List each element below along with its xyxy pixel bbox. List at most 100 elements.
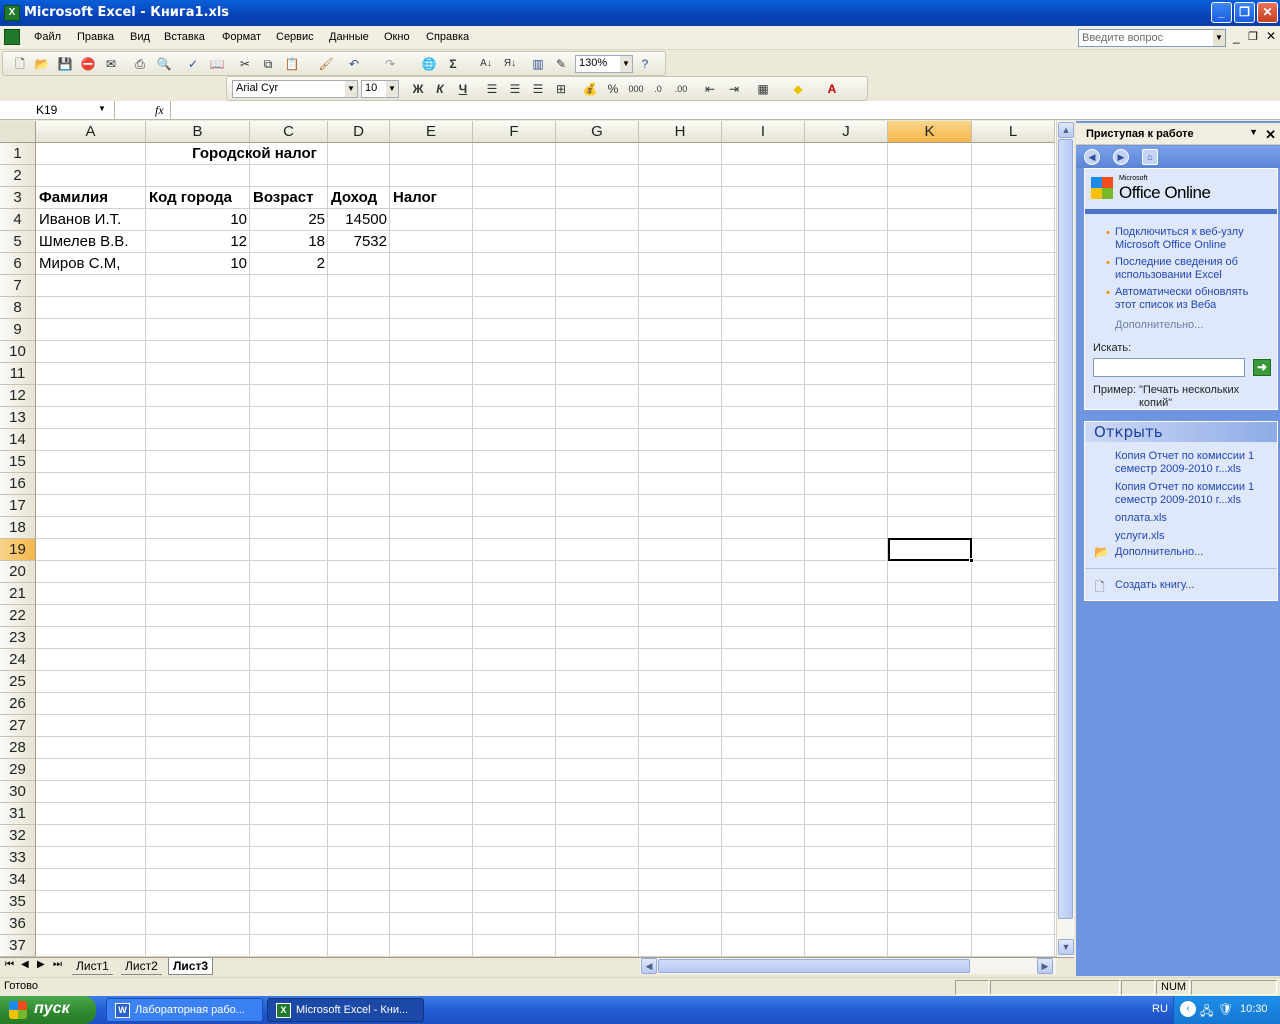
fill-color-icon[interactable]: ◆ [789, 80, 807, 98]
save-icon[interactable]: 💾 [56, 55, 74, 73]
scroll-down-icon[interactable]: ▼ [1058, 939, 1074, 955]
increase-indent-icon[interactable]: ⇥ [725, 80, 743, 98]
sort-descending-icon[interactable]: Я↓ [501, 55, 519, 73]
recent-file[interactable]: Копия Отчет по комиссии 1 семестр 2009-2… [1115, 450, 1265, 476]
row-header-13[interactable]: 13 [0, 407, 36, 429]
row-header-7[interactable]: 7 [0, 275, 36, 297]
autosum-icon[interactable]: Σ [444, 55, 462, 73]
merge-center-icon[interactable]: ⊞ [552, 80, 570, 98]
row-header-36[interactable]: 36 [0, 913, 36, 935]
name-box-dropdown-icon[interactable]: ▼ [98, 104, 106, 113]
column-header-e[interactable]: E [390, 121, 473, 143]
underline-button[interactable]: Ч [454, 80, 472, 98]
column-header-g[interactable]: G [556, 121, 639, 143]
search-go-button[interactable]: ➜ [1253, 359, 1271, 376]
font-select[interactable]: Arial Cyr ▼ [232, 80, 358, 98]
doc-restore-button[interactable]: ❐ [1248, 30, 1258, 43]
row-header-23[interactable]: 23 [0, 627, 36, 649]
column-header-c[interactable]: C [250, 121, 328, 143]
link-more-online[interactable]: Дополнительно... [1115, 319, 1203, 332]
italic-button[interactable]: К [431, 80, 449, 98]
permission-icon[interactable]: ⛔ [79, 55, 97, 73]
recent-file[interactable]: оплата.xls [1115, 512, 1167, 525]
doc-minimize-button[interactable]: _ [1233, 30, 1240, 44]
maximize-button[interactable]: ❐ [1234, 2, 1255, 23]
font-color-icon[interactable]: A [823, 80, 841, 98]
row-header-26[interactable]: 26 [0, 693, 36, 715]
first-sheet-icon[interactable]: ⏮ [5, 959, 14, 970]
prev-sheet-icon[interactable]: ◀ [21, 959, 29, 970]
column-header-k[interactable]: K [888, 121, 972, 143]
ask-dropdown-icon[interactable]: ▼ [1213, 30, 1225, 46]
recent-file[interactable]: Копия Отчет по комиссии 1 семестр 2009-2… [1115, 481, 1265, 507]
home-icon[interactable]: ⌂ [1142, 149, 1158, 165]
open-more-link[interactable]: Дополнительно... [1115, 546, 1203, 559]
drawing-icon[interactable]: ✎ [552, 55, 570, 73]
cell-city-code[interactable]: 12 [146, 231, 250, 253]
row-header-9[interactable]: 9 [0, 319, 36, 341]
cell-surname[interactable]: Миров С.М, [36, 253, 123, 275]
task-word[interactable]: W Лабораторная рабо... [106, 998, 263, 1022]
chart-wizard-icon[interactable]: ▥ [529, 55, 547, 73]
column-header-a[interactable]: A [36, 121, 146, 143]
spelling-icon[interactable]: ✓ [184, 55, 202, 73]
menu-view[interactable]: Вид [130, 31, 150, 43]
print-icon[interactable]: ⎙ [131, 55, 149, 73]
cell-header[interactable]: Фамилия [36, 187, 111, 209]
last-sheet-icon[interactable]: ⏭ [53, 959, 62, 970]
research-icon[interactable]: 📖 [208, 55, 226, 73]
format-painter-icon[interactable]: 🖌 [317, 55, 335, 73]
row-header-2[interactable]: 2 [0, 165, 36, 187]
recent-file[interactable]: услуги.xls [1115, 530, 1164, 543]
cell-city-code[interactable]: 10 [146, 209, 250, 231]
select-all-button[interactable] [0, 121, 36, 143]
row-header-11[interactable]: 11 [0, 363, 36, 385]
row-header-8[interactable]: 8 [0, 297, 36, 319]
menu-insert[interactable]: Вставка [164, 31, 205, 43]
row-header-32[interactable]: 32 [0, 825, 36, 847]
row-header-10[interactable]: 10 [0, 341, 36, 363]
scroll-left-icon[interactable]: ◀ [641, 958, 657, 974]
redo-icon[interactable]: ↷ [381, 55, 399, 73]
row-header-37[interactable]: 37 [0, 935, 36, 957]
create-workbook-link[interactable]: Создать книгу... [1115, 579, 1194, 592]
row-header-19[interactable]: 19 [0, 539, 36, 561]
close-button[interactable]: ✕ [1257, 2, 1278, 23]
row-header-5[interactable]: 5 [0, 231, 36, 253]
menu-edit[interactable]: Правка [77, 31, 114, 43]
row-header-18[interactable]: 18 [0, 517, 36, 539]
cell-surname[interactable]: Шмелев В.В. [36, 231, 131, 253]
row-header-29[interactable]: 29 [0, 759, 36, 781]
scroll-up-icon[interactable]: ▲ [1058, 122, 1074, 138]
open-icon[interactable]: 📂 [33, 55, 51, 73]
row-header-30[interactable]: 30 [0, 781, 36, 803]
row-header-27[interactable]: 27 [0, 715, 36, 737]
decrease-decimal-icon[interactable]: .00 [672, 80, 690, 98]
column-header-j[interactable]: J [805, 121, 888, 143]
cell-age[interactable]: 25 [250, 209, 328, 231]
row-header-24[interactable]: 24 [0, 649, 36, 671]
link-auto-update[interactable]: Автоматически обновлять этот список из В… [1115, 286, 1265, 312]
row-header-22[interactable]: 22 [0, 605, 36, 627]
sort-ascending-icon[interactable]: A↓ [477, 55, 495, 73]
column-header-b[interactable]: B [146, 121, 250, 143]
menu-window[interactable]: Окно [384, 31, 410, 43]
horizontal-scroll-thumb[interactable] [658, 959, 970, 973]
formula-input[interactable] [170, 101, 1280, 119]
currency-icon[interactable]: 💰 [581, 80, 599, 98]
workbook-icon[interactable] [4, 29, 20, 45]
back-icon[interactable]: ◀ [1084, 149, 1100, 165]
row-header-1[interactable]: 1 [0, 143, 36, 165]
network-icon[interactable]: 🖧 [1200, 1002, 1213, 1023]
cell-income[interactable]: 14500 [328, 209, 390, 231]
row-header-35[interactable]: 35 [0, 891, 36, 913]
sheet-tab-1[interactable]: Лист1 [72, 958, 113, 975]
link-connect-online[interactable]: Подключиться к веб-узлу Microsoft Office… [1115, 226, 1265, 252]
font-size-select[interactable]: 10 ▼ [361, 80, 399, 98]
menu-data[interactable]: Данные [329, 31, 369, 43]
zoom-select[interactable]: 130% ▼ [575, 55, 633, 73]
vertical-scrollbar[interactable]: ▲ ▼ [1056, 121, 1074, 957]
link-latest-news[interactable]: Последние сведения об использовании Exce… [1115, 256, 1265, 282]
align-center-icon[interactable]: ☰ [506, 80, 524, 98]
tray-expand-icon[interactable]: ‹ [1180, 1001, 1196, 1017]
